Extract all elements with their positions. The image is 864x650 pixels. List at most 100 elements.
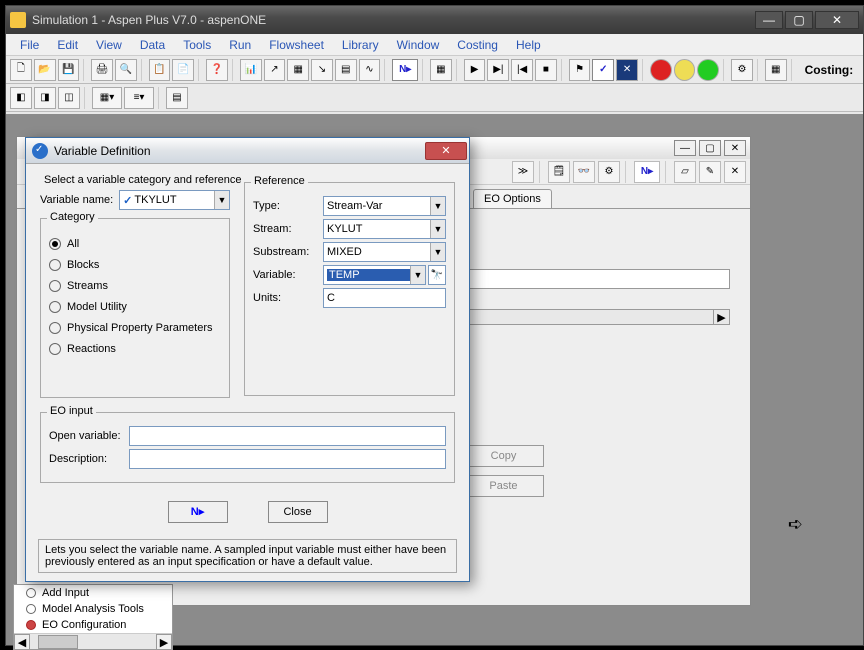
grid-icon[interactable]: ▦ xyxy=(765,59,787,81)
maximize-button[interactable]: ▢ xyxy=(785,11,813,29)
next-button[interactable]: N▸ xyxy=(392,59,418,81)
help-icon[interactable]: ❓ xyxy=(206,59,228,81)
ref-units-label: Units: xyxy=(253,292,323,304)
save-icon[interactable]: 💾 xyxy=(58,59,80,81)
preview-icon[interactable]: 🔍 xyxy=(115,59,137,81)
eo-legend: EO input xyxy=(47,405,96,417)
dropdown-arrow-icon[interactable]: ▼ xyxy=(214,191,229,209)
sub-del-icon[interactable]: ✕ xyxy=(724,161,746,183)
tool-e-icon[interactable]: ▤ xyxy=(335,59,357,81)
t2-e-icon[interactable]: ≡▾ xyxy=(124,87,154,109)
ref-units-field[interactable]: C xyxy=(323,288,446,308)
ref-stream-combo[interactable]: KYLUT▼ xyxy=(323,219,446,239)
next-button[interactable]: N▸ xyxy=(168,501,228,523)
new-icon[interactable]: 🗋 xyxy=(10,59,32,81)
dropdown-arrow-icon[interactable]: ▼ xyxy=(410,266,425,284)
menu-help[interactable]: Help xyxy=(508,36,549,54)
radio-streams[interactable]: Streams xyxy=(49,280,221,292)
dropdown-arrow-icon[interactable]: ▼ xyxy=(430,197,445,215)
scroll-right-icon[interactable]: ▶ xyxy=(156,634,172,650)
t2-b-icon[interactable]: ◨ xyxy=(34,87,56,109)
scroll-left-icon[interactable]: ◀ xyxy=(14,634,30,650)
menu-tools[interactable]: Tools xyxy=(175,36,219,54)
status-yellow-icon[interactable] xyxy=(674,59,696,81)
ref-substream-combo[interactable]: MIXED▼ xyxy=(323,242,446,262)
copy-button[interactable]: Copy xyxy=(464,445,544,467)
status-red-icon[interactable] xyxy=(650,59,672,81)
check-icon[interactable]: ✓ xyxy=(592,59,614,81)
tool-f-icon[interactable]: ∿ xyxy=(359,59,381,81)
sub-a-icon[interactable]: ▱ xyxy=(674,161,696,183)
t2-c-icon[interactable]: ◫ xyxy=(58,87,80,109)
tab-eo-options[interactable]: EO Options xyxy=(473,189,552,208)
dialog-close-button[interactable]: ✕ xyxy=(425,142,467,160)
sub-tool-icon[interactable]: ⚙ xyxy=(598,161,620,183)
flag-icon[interactable]: ⚑ xyxy=(569,59,591,81)
menu-run[interactable]: Run xyxy=(221,36,259,54)
sub-maximize-button[interactable]: ▢ xyxy=(699,140,721,156)
scroll-thumb[interactable] xyxy=(38,635,78,649)
print-icon[interactable]: 🖨 xyxy=(91,59,113,81)
tree-item-model-analysis[interactable]: Model Analysis Tools xyxy=(14,601,172,617)
radio-physical-props[interactable]: Physical Property Parameters xyxy=(49,322,221,334)
menu-file[interactable]: File xyxy=(12,36,47,54)
radio-model-utility[interactable]: Model Utility xyxy=(49,301,221,313)
ref-type-label: Type: xyxy=(253,200,323,212)
tool-b-icon[interactable]: ↗ xyxy=(264,59,286,81)
x-icon[interactable]: ✕ xyxy=(616,59,638,81)
tool-d-icon[interactable]: ↘ xyxy=(311,59,333,81)
menu-window[interactable]: Window xyxy=(389,36,448,54)
scroll-right-icon[interactable]: ▶ xyxy=(713,310,729,324)
sub-edit-icon[interactable]: ✎ xyxy=(699,161,721,183)
tool-c-icon[interactable]: ▦ xyxy=(287,59,309,81)
radio-all[interactable]: All xyxy=(49,238,221,250)
t2-d-icon[interactable]: ▦▾ xyxy=(92,87,122,109)
sub-glasses-icon[interactable]: 👓 xyxy=(573,161,595,183)
sub-note-icon[interactable]: 🗒 xyxy=(548,161,570,183)
menu-edit[interactable]: Edit xyxy=(49,36,86,54)
dialog-titlebar[interactable]: Variable Definition ✕ xyxy=(26,138,469,164)
menu-library[interactable]: Library xyxy=(334,36,387,54)
dropdown-arrow-icon[interactable]: ▼ xyxy=(430,220,445,238)
tree-scrollbar[interactable]: ◀ ▶ xyxy=(14,633,172,649)
paste-icon[interactable]: 📄 xyxy=(172,59,194,81)
close-button[interactable]: Close xyxy=(268,501,328,523)
close-button[interactable]: ✕ xyxy=(815,11,859,29)
binoculars-icon[interactable]: 🔭 xyxy=(428,265,446,285)
variable-name-combo[interactable]: ✓TKYLUT ▼ xyxy=(119,190,230,210)
stop-icon[interactable]: ■ xyxy=(535,59,557,81)
radio-reactions[interactable]: Reactions xyxy=(49,343,221,355)
dialog-title: Variable Definition xyxy=(54,144,151,158)
ref-variable-combo[interactable]: TEMP▼ xyxy=(323,265,426,285)
status-green-icon[interactable] xyxy=(697,59,719,81)
sub-next-button[interactable]: N▸ xyxy=(634,161,660,183)
menu-data[interactable]: Data xyxy=(132,36,173,54)
reset-icon[interactable]: ▦ xyxy=(430,59,452,81)
t2-f-icon[interactable]: ▤ xyxy=(166,87,188,109)
menu-costing[interactable]: Costing xyxy=(449,36,506,54)
sub-close-button[interactable]: ✕ xyxy=(724,140,746,156)
play-icon[interactable]: ▶ xyxy=(464,59,486,81)
radio-blocks[interactable]: Blocks xyxy=(49,259,221,271)
open-icon[interactable]: 📂 xyxy=(34,59,56,81)
minimize-button[interactable]: — xyxy=(755,11,783,29)
rewind-icon[interactable]: |◀ xyxy=(511,59,533,81)
copy-icon[interactable]: 📋 xyxy=(149,59,171,81)
tool-a-icon[interactable]: 📊 xyxy=(240,59,262,81)
paste-button[interactable]: Paste xyxy=(464,475,544,497)
category-legend: Category xyxy=(47,211,98,223)
dropdown-arrow-icon[interactable]: ▼ xyxy=(430,243,445,261)
t2-a-icon[interactable]: ◧ xyxy=(10,87,32,109)
open-variable-input[interactable] xyxy=(129,426,446,446)
step-icon[interactable]: ▶| xyxy=(487,59,509,81)
menu-view[interactable]: View xyxy=(88,36,130,54)
sub-nav-icon[interactable]: ≫ xyxy=(512,161,534,183)
main-toolbar: 🗋 📂 💾 🖨 🔍 📋 📄 ❓ 📊 ↗ ▦ ↘ ▤ ∿ N▸ ▦ ▶ ▶| |◀… xyxy=(6,56,863,84)
menu-flowsheet[interactable]: Flowsheet xyxy=(261,36,332,54)
tree-item-add-input[interactable]: Add Input xyxy=(14,585,172,601)
description-input[interactable] xyxy=(129,449,446,469)
ref-type-combo[interactable]: Stream-Var▼ xyxy=(323,196,446,216)
sub-minimize-button[interactable]: — xyxy=(674,140,696,156)
gear-icon[interactable]: ⚙ xyxy=(731,59,753,81)
tree-item-eo-config[interactable]: EO Configuration xyxy=(14,617,172,633)
